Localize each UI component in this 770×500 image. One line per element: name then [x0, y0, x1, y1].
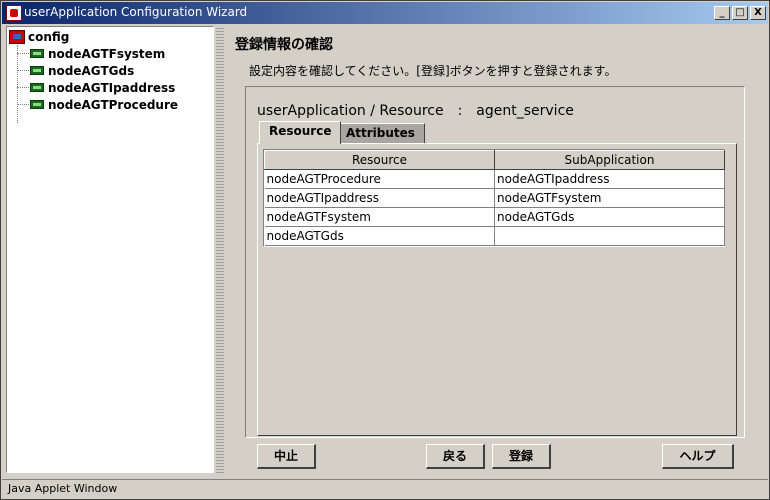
help-button[interactable]: ヘルプ: [662, 444, 734, 469]
column-header-subapplication[interactable]: SubApplication: [494, 150, 725, 170]
config-tree[interactable]: config nodeAGTFsystem nodeAGTGds nodeAGT…: [6, 26, 214, 473]
resource-node-icon: [30, 49, 44, 58]
tree-branch-line: [17, 104, 29, 105]
table-cell: nodeAGTIpaddress: [264, 188, 495, 208]
minimize-button[interactable]: _: [714, 6, 730, 20]
table-row[interactable]: nodeAGTProcedure nodeAGTIpaddress: [264, 169, 725, 189]
table-cell: nodeAGTGds: [264, 226, 495, 246]
tree-root-config[interactable]: config: [9, 29, 69, 45]
page-title: 登録情報の確認: [235, 37, 333, 53]
table-cell: nodeAGTFsystem: [494, 188, 725, 208]
config-folder-icon: [9, 30, 25, 44]
table-cell: nodeAGTFsystem: [264, 207, 495, 227]
resource-node-icon: [30, 100, 44, 109]
resource-node-icon: [30, 66, 44, 75]
wizard-window: userApplication Configuration Wizard _ □…: [0, 0, 770, 500]
tree-item-nodeagtprocedure[interactable]: nodeAGTProcedure: [17, 96, 178, 113]
tree-root-label: config: [28, 30, 70, 44]
tree-item-nodeagtipaddress[interactable]: nodeAGTIpaddress: [17, 79, 175, 96]
resource-node-icon: [30, 83, 44, 92]
table-cell: [494, 226, 725, 246]
tab-attributes[interactable]: Attributes: [336, 123, 425, 143]
title-bar[interactable]: userApplication Configuration Wizard _ □…: [2, 2, 768, 24]
back-button[interactable]: 戻る: [426, 444, 485, 469]
table-cell: nodeAGTProcedure: [264, 169, 495, 189]
cancel-button[interactable]: 中止: [257, 444, 316, 469]
java-app-icon: [6, 5, 22, 21]
column-header-resource[interactable]: Resource: [264, 150, 495, 170]
table-row[interactable]: nodeAGTFsystem nodeAGTGds: [264, 207, 725, 227]
tab-resource[interactable]: Resource: [259, 121, 342, 144]
content-title: userApplication / Resource : agent_servi…: [257, 103, 574, 119]
table-cell: nodeAGTGds: [494, 207, 725, 227]
status-bar: Java Applet Window: [2, 479, 768, 498]
tree-item-label: nodeAGTFsystem: [48, 46, 166, 61]
page-description: 設定内容を確認してください。[登録]ボタンを押すと登録されます。: [249, 64, 617, 78]
window-title: userApplication Configuration Wizard: [24, 5, 248, 19]
tree-item-label: nodeAGTIpaddress: [48, 80, 176, 95]
tree-item-nodeagtgds[interactable]: nodeAGTGds: [17, 62, 134, 79]
close-button[interactable]: X: [750, 6, 766, 20]
status-text: Java Applet Window: [8, 482, 118, 495]
tree-item-label: nodeAGTGds: [48, 63, 135, 78]
resource-table: Resource SubApplication nodeAGTProcedure…: [263, 149, 725, 247]
table-row[interactable]: nodeAGTGds: [264, 226, 725, 246]
tree-item-nodeagtfsystem[interactable]: nodeAGTFsystem: [17, 45, 165, 62]
tree-branch-line: [17, 87, 29, 88]
tree-branch-line: [17, 53, 29, 54]
table-row[interactable]: nodeAGTIpaddress nodeAGTFsystem: [264, 188, 725, 208]
panel-splitter[interactable]: [216, 26, 224, 473]
table-cell: nodeAGTIpaddress: [494, 169, 725, 189]
tree-branch-line: [17, 70, 29, 71]
register-button[interactable]: 登録: [492, 444, 551, 469]
maximize-button[interactable]: □: [732, 6, 748, 20]
tree-item-label: nodeAGTProcedure: [48, 97, 179, 112]
